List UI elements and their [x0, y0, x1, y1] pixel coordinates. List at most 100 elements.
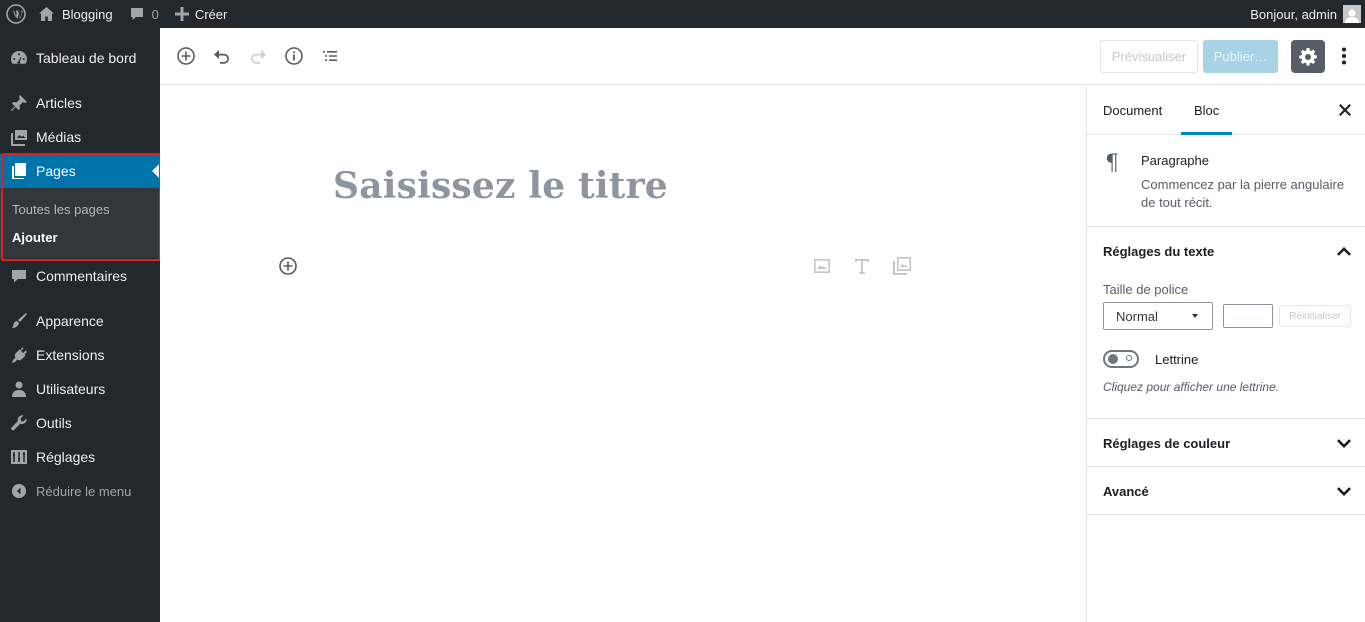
insert-heading-button[interactable] — [850, 254, 874, 278]
new-content-link[interactable]: Créer — [167, 0, 236, 28]
text-settings-panel: Réglages du texte Taille de police Norma… — [1087, 227, 1365, 419]
plus-circle-icon — [279, 257, 297, 275]
sidebar-item-label: Tableau de bord — [36, 50, 137, 66]
gallery-icon — [893, 257, 911, 275]
avatar — [1343, 5, 1361, 23]
preview-button[interactable]: Prévisualiser — [1100, 40, 1198, 73]
sidebar-item-settings[interactable]: Réglages — [0, 440, 160, 474]
color-settings-panel[interactable]: Réglages de couleur — [1087, 419, 1365, 467]
info-icon — [285, 47, 303, 65]
block-navigation-button[interactable] — [318, 44, 342, 68]
plus-circle-icon — [177, 47, 195, 65]
comments-count: 0 — [151, 6, 159, 22]
content-info-button[interactable] — [282, 44, 306, 68]
editor-header-toolbar: Prévisualiser Publier… — [160, 28, 1365, 85]
advanced-panel[interactable]: Avancé — [1087, 467, 1365, 515]
block-card-description: Commencez par la pierre angulaire de tou… — [1141, 177, 1345, 210]
brush-icon — [0, 312, 36, 330]
paragraph-icon: ¶ — [1105, 151, 1119, 176]
site-home-link[interactable]: Blogging — [34, 0, 121, 28]
greeting: Bonjour, admin — [1250, 6, 1337, 22]
sidebar-item-comments[interactable]: Commentaires — [0, 259, 160, 293]
sidebar-item-label: Pages — [36, 163, 76, 179]
plus-icon — [174, 7, 189, 21]
sidebar-item-tools[interactable]: Outils — [0, 406, 160, 440]
undo-icon — [214, 50, 229, 64]
tab-document[interactable]: Document — [1103, 85, 1162, 135]
insert-image-button[interactable] — [810, 254, 834, 278]
chevron-down-icon[interactable] — [1336, 435, 1352, 451]
plugin-icon — [0, 346, 36, 364]
pages-submenu: Toutes les pages Ajouter — [0, 188, 160, 258]
dropdown-caret-icon — [1192, 314, 1198, 318]
sidebar-tabs: Document Bloc — [1087, 85, 1365, 135]
undo-button[interactable] — [210, 44, 234, 68]
comments-link[interactable]: 0 — [121, 0, 167, 28]
sidebar-item-users[interactable]: Utilisateurs — [0, 372, 160, 406]
editor-settings-sidebar: Document Bloc ¶ Paragraphe Commencez par… — [1086, 85, 1365, 622]
sidebar-item-extensions[interactable]: Extensions — [0, 338, 160, 372]
sidebar-item-media[interactable]: Médias — [0, 120, 160, 154]
block-card-title: Paragraphe — [1141, 153, 1209, 168]
custom-font-size-input[interactable] — [1223, 304, 1273, 328]
redo-icon — [251, 50, 266, 64]
redo-button[interactable] — [246, 44, 270, 68]
wordpress-logo-icon[interactable] — [0, 0, 34, 28]
settings-toggle-button[interactable] — [1291, 40, 1325, 73]
insert-gallery-button[interactable] — [890, 254, 914, 278]
text-settings-toggle[interactable]: Réglages du texte — [1103, 244, 1214, 259]
toggle-off-indicator-icon — [1126, 355, 1132, 361]
chevron-up-icon[interactable] — [1336, 243, 1352, 259]
dropcap-help-text: Cliquez pour afficher une lettrine. — [1103, 380, 1280, 394]
block-card: ¶ Paragraphe Commencez par la pierre ang… — [1087, 136, 1365, 227]
sidebar-item-label: Réglages — [36, 449, 96, 465]
font-size-select[interactable]: Normal — [1103, 302, 1213, 330]
toggle-knob — [1108, 354, 1118, 364]
site-name: Blogging — [62, 6, 113, 22]
sidebar-item-dashboard[interactable]: Tableau de bord — [0, 41, 160, 75]
advanced-toggle[interactable]: Avancé — [1103, 484, 1149, 499]
sidebar-item-label: Commentaires — [36, 268, 128, 284]
wrench-icon — [0, 414, 36, 432]
comment-icon — [0, 267, 36, 285]
image-icon — [814, 259, 830, 273]
editor-content-area: Saisissez le titre — [160, 85, 1086, 622]
font-size-label: Taille de police — [1103, 282, 1189, 297]
reset-font-size-button[interactable]: Réinitialiser — [1279, 305, 1351, 327]
heading-text-icon — [855, 259, 869, 274]
chevron-down-icon[interactable] — [1336, 483, 1352, 499]
inline-block-inserter-button[interactable] — [277, 255, 299, 277]
gear-icon — [1299, 47, 1317, 66]
current-menu-arrow — [152, 163, 160, 179]
post-title-input[interactable]: Saisissez le titre — [333, 165, 668, 207]
sidebar-item-appearance[interactable]: Apparence — [0, 304, 160, 338]
font-size-value: Normal — [1116, 308, 1158, 324]
more-vertical-icon — [1342, 47, 1346, 65]
add-block-button[interactable] — [174, 44, 198, 68]
collapse-arrow-icon — [0, 483, 36, 499]
close-icon — [1339, 104, 1351, 116]
submenu-add-new[interactable]: Ajouter — [12, 230, 58, 245]
color-settings-toggle[interactable]: Réglages de couleur — [1103, 436, 1230, 451]
my-account-link[interactable]: Bonjour, admin — [1242, 0, 1365, 28]
dropcap-label[interactable]: Lettrine — [1155, 352, 1198, 367]
sidebar-item-label: Médias — [36, 129, 82, 145]
sidebar-item-label: Articles — [36, 95, 82, 111]
sidebar-item-label: Utilisateurs — [36, 381, 106, 397]
pages-icon — [0, 162, 36, 180]
dropcap-toggle[interactable] — [1103, 350, 1139, 368]
comment-icon — [130, 8, 143, 20]
close-sidebar-button[interactable] — [1334, 99, 1356, 121]
sidebar-item-label: Extensions — [36, 347, 105, 363]
sidebar-item-articles[interactable]: Articles — [0, 86, 160, 120]
sidebar-item-pages[interactable]: Pages — [0, 154, 160, 188]
new-label: Créer — [194, 6, 228, 22]
admin-bar: Blogging 0 Créer Bonjour, admin — [0, 0, 1365, 28]
list-outline-icon — [323, 51, 337, 61]
more-menu-button[interactable] — [1332, 44, 1356, 68]
home-icon — [39, 7, 54, 21]
collapse-menu-button[interactable]: Réduire le menu — [0, 474, 160, 508]
tab-block[interactable]: Bloc — [1181, 85, 1233, 135]
submenu-all-pages[interactable]: Toutes les pages — [12, 202, 110, 217]
publish-button[interactable]: Publier… — [1203, 40, 1278, 73]
